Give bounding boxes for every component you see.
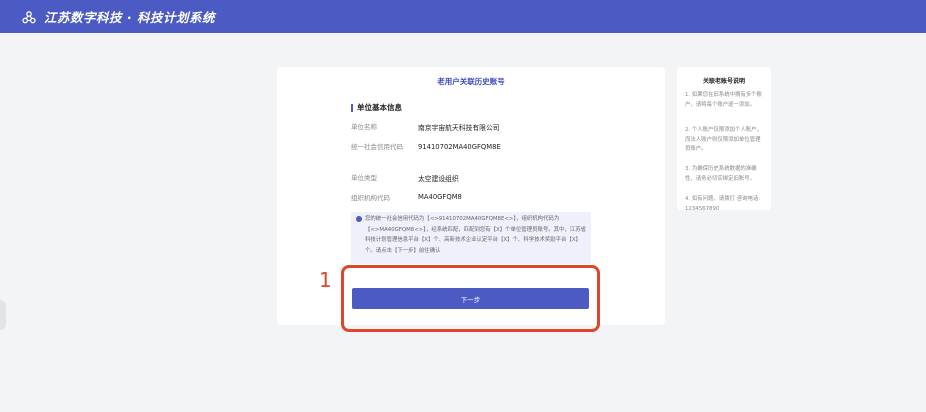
section-marker [351, 103, 353, 112]
info-icon [356, 216, 362, 222]
app-title: 江苏数字科技 · 科技计划系统 [44, 10, 215, 25]
card-title: 老用户关联历史账号 [437, 77, 505, 86]
side-collapse-handle[interactable] [0, 300, 6, 330]
annotation-number: 1 [319, 268, 332, 292]
annotation-highlight-box [341, 265, 600, 332]
instruction-item: 2. 个人账户仅限添加个人账户，而法人账户则仅限添加单位管理员账户。 [685, 127, 762, 152]
instructions-title: 关联老账号说明 [702, 78, 745, 85]
section-title: 单位基本信息 [351, 102, 402, 113]
field-label-unit-type: 单位类型 [351, 174, 377, 182]
instruction-item: 1. 如果您在旧系统中拥有多个账户，请将每个账户逐一添加。 [685, 92, 762, 108]
match-notice: 您的统一社会信用代码为【<>91410702MA40GFQM8E<>】，组织机构… [351, 212, 591, 264]
top-bar: 江苏数字科技 · 科技计划系统 [0, 0, 926, 33]
field-label-credit-code: 统一社会信用代码 [351, 143, 403, 151]
instruction-item: 3. 为确保历史系统数据的准确性，请务必切实绑定旧账号。 [685, 166, 757, 182]
instructions-panel: 关联老账号说明 1. 如果您在旧系统中拥有多个账户，请将每个账户逐一添加。 2.… [677, 67, 771, 212]
field-value-credit-code: 91410702MA40GFQM8E [418, 143, 501, 151]
field-value-unit-type: 太空建设组织 [418, 175, 459, 183]
field-value-unit-name: 南京宇宙航天科技有限公司 [418, 124, 500, 132]
field-value-org-code: MA40GFQM8 [418, 193, 462, 201]
share-nodes-icon [22, 10, 36, 24]
instruction-item: 4. 如有问题，请拨打 咨询电话: 1234567890 [685, 196, 761, 212]
notice-text: 您的统一社会信用代码为【<>91410702MA40GFQM8E<>】，组织机构… [365, 216, 586, 254]
section-title-text: 单位基本信息 [357, 103, 402, 112]
field-label-unit-name: 单位名称 [351, 123, 377, 131]
field-label-org-code: 组织机构代码 [351, 194, 390, 202]
